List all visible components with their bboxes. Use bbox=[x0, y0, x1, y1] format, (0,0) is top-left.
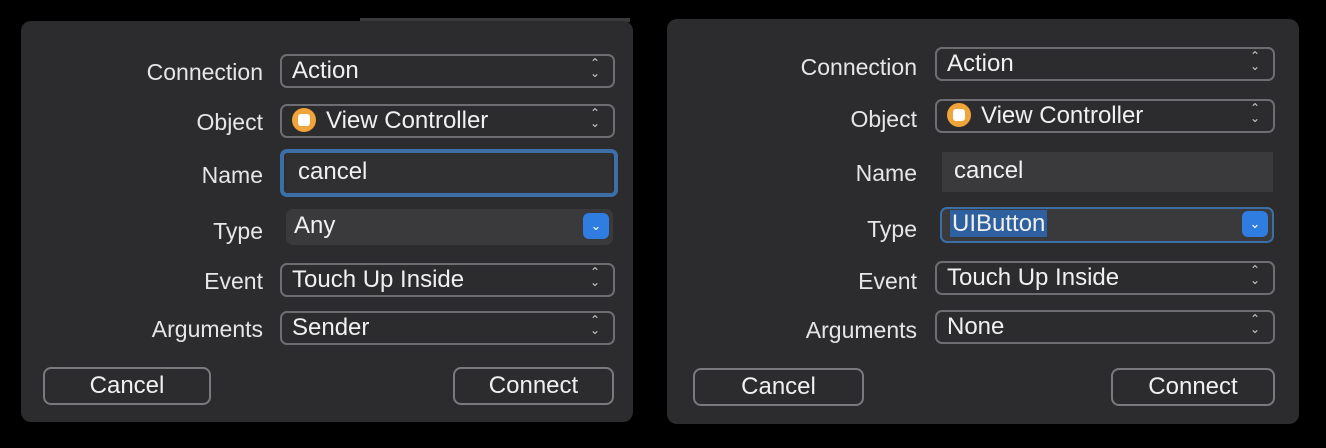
event-label: Event bbox=[858, 268, 917, 294]
event-value: Touch Up Inside bbox=[292, 266, 465, 293]
connection-popup[interactable]: Action ⌃ ⌄ bbox=[935, 47, 1275, 81]
type-value: UIButton bbox=[950, 210, 1048, 237]
object-value: View Controller bbox=[326, 107, 489, 134]
up-down-chevron-icon: ⌃ ⌄ bbox=[1249, 49, 1261, 73]
arguments-value: None bbox=[947, 313, 1005, 340]
type-label: Type bbox=[213, 218, 263, 244]
name-field[interactable]: cancel bbox=[286, 153, 612, 193]
type-combo[interactable]: Any ⌄ bbox=[286, 209, 613, 245]
connection-popup[interactable]: Action ⌃ ⌄ bbox=[280, 54, 615, 88]
connection-dialog-left: Connection Action ⌃ ⌄ Object View Control… bbox=[21, 21, 633, 422]
view-controller-icon bbox=[947, 102, 971, 127]
arguments-value: Sender bbox=[292, 314, 370, 341]
event-popup[interactable]: Touch Up Inside ⌃ ⌄ bbox=[935, 261, 1275, 295]
type-label: Type bbox=[867, 216, 917, 242]
connection-value: Action bbox=[292, 57, 359, 84]
object-popup[interactable]: View Controller ⌃ ⌄ bbox=[280, 104, 615, 138]
arguments-popup[interactable]: None ⌃ ⌄ bbox=[935, 310, 1275, 344]
up-down-chevron-icon: ⌃ ⌄ bbox=[589, 106, 601, 130]
type-value: Any bbox=[294, 212, 336, 239]
arguments-label: Arguments bbox=[805, 317, 917, 343]
chevron-down-icon[interactable]: ⌄ bbox=[1242, 211, 1268, 237]
cancel-button[interactable]: Cancel bbox=[693, 368, 864, 406]
object-label: Object bbox=[196, 109, 263, 135]
chevron-down-icon[interactable]: ⌄ bbox=[583, 213, 609, 239]
event-popup[interactable]: Touch Up Inside ⌃ ⌄ bbox=[280, 263, 615, 297]
event-label: Event bbox=[204, 268, 263, 294]
arguments-label: Arguments bbox=[151, 316, 263, 342]
connection-label: Connection bbox=[146, 59, 263, 85]
connect-button[interactable]: Connect bbox=[453, 367, 614, 405]
type-combo[interactable]: UIButton ⌄ bbox=[940, 207, 1274, 243]
name-label: Name bbox=[855, 160, 917, 186]
up-down-chevron-icon: ⌃ ⌄ bbox=[1249, 263, 1261, 287]
object-popup[interactable]: View Controller ⌃ ⌄ bbox=[935, 99, 1275, 133]
name-label: Name bbox=[201, 162, 263, 188]
name-field[interactable]: cancel bbox=[942, 152, 1273, 192]
connection-label: Connection bbox=[800, 54, 917, 80]
arguments-popup[interactable]: Sender ⌃ ⌄ bbox=[280, 311, 615, 345]
up-down-chevron-icon: ⌃ ⌄ bbox=[589, 313, 601, 337]
object-value: View Controller bbox=[981, 102, 1144, 129]
up-down-chevron-icon: ⌃ ⌄ bbox=[589, 56, 601, 80]
object-label: Object bbox=[850, 106, 917, 132]
name-focus-ring: cancel bbox=[280, 149, 618, 197]
name-value: cancel bbox=[954, 157, 1024, 184]
name-value: cancel bbox=[298, 158, 368, 185]
up-down-chevron-icon: ⌃ ⌄ bbox=[1249, 312, 1261, 336]
connect-button[interactable]: Connect bbox=[1111, 368, 1275, 406]
connection-value: Action bbox=[947, 50, 1014, 77]
up-down-chevron-icon: ⌃ ⌄ bbox=[1249, 101, 1261, 125]
event-value: Touch Up Inside bbox=[947, 264, 1120, 291]
connection-dialog-right: Connection Action ⌃ ⌄ Object View Control… bbox=[667, 19, 1299, 424]
up-down-chevron-icon: ⌃ ⌄ bbox=[589, 265, 601, 289]
cancel-button[interactable]: Cancel bbox=[43, 367, 211, 405]
view-controller-icon bbox=[292, 107, 316, 132]
